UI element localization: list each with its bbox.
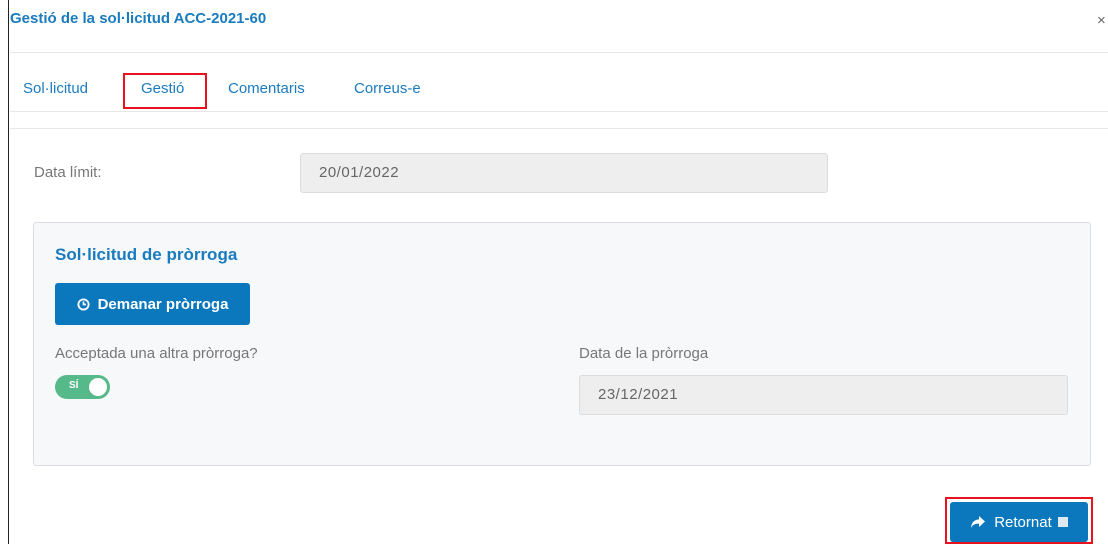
- toggle-knob: [89, 378, 107, 396]
- toggle-text: SÍ: [69, 380, 79, 391]
- header-divider: [10, 52, 1108, 53]
- close-icon[interactable]: ×: [1097, 12, 1106, 29]
- content-divider: [10, 128, 1108, 129]
- window-left-border: [8, 0, 9, 544]
- dialog-title: Gestió de la sol·licitud ACC-2021-60: [10, 10, 267, 27]
- tabs-divider: [10, 111, 1108, 112]
- tab-correus[interactable]: Correus-e: [354, 80, 421, 97]
- request-extension-button[interactable]: Demanar pròrroga: [55, 283, 250, 325]
- deadline-field: 20/01/2022: [300, 153, 828, 193]
- clock-icon: [77, 297, 90, 311]
- extension-date-field: 23/12/2021: [579, 375, 1068, 415]
- return-button-highlight: [945, 497, 1093, 544]
- deadline-label: Data límit:: [34, 164, 102, 181]
- tab-sollicitud[interactable]: Sol·licitud: [23, 80, 88, 97]
- tab-comentaris[interactable]: Comentaris: [228, 80, 305, 97]
- accepted-label: Acceptada una altra pròrroga?: [55, 345, 258, 362]
- extension-date-label: Data de la pròrroga: [579, 345, 709, 362]
- accepted-toggle[interactable]: SÍ: [55, 375, 110, 399]
- tab-gestio-highlight: [123, 73, 207, 109]
- request-extension-label: Demanar pròrroga: [97, 295, 229, 313]
- extension-title: Sol·licitud de pròrroga: [55, 245, 238, 264]
